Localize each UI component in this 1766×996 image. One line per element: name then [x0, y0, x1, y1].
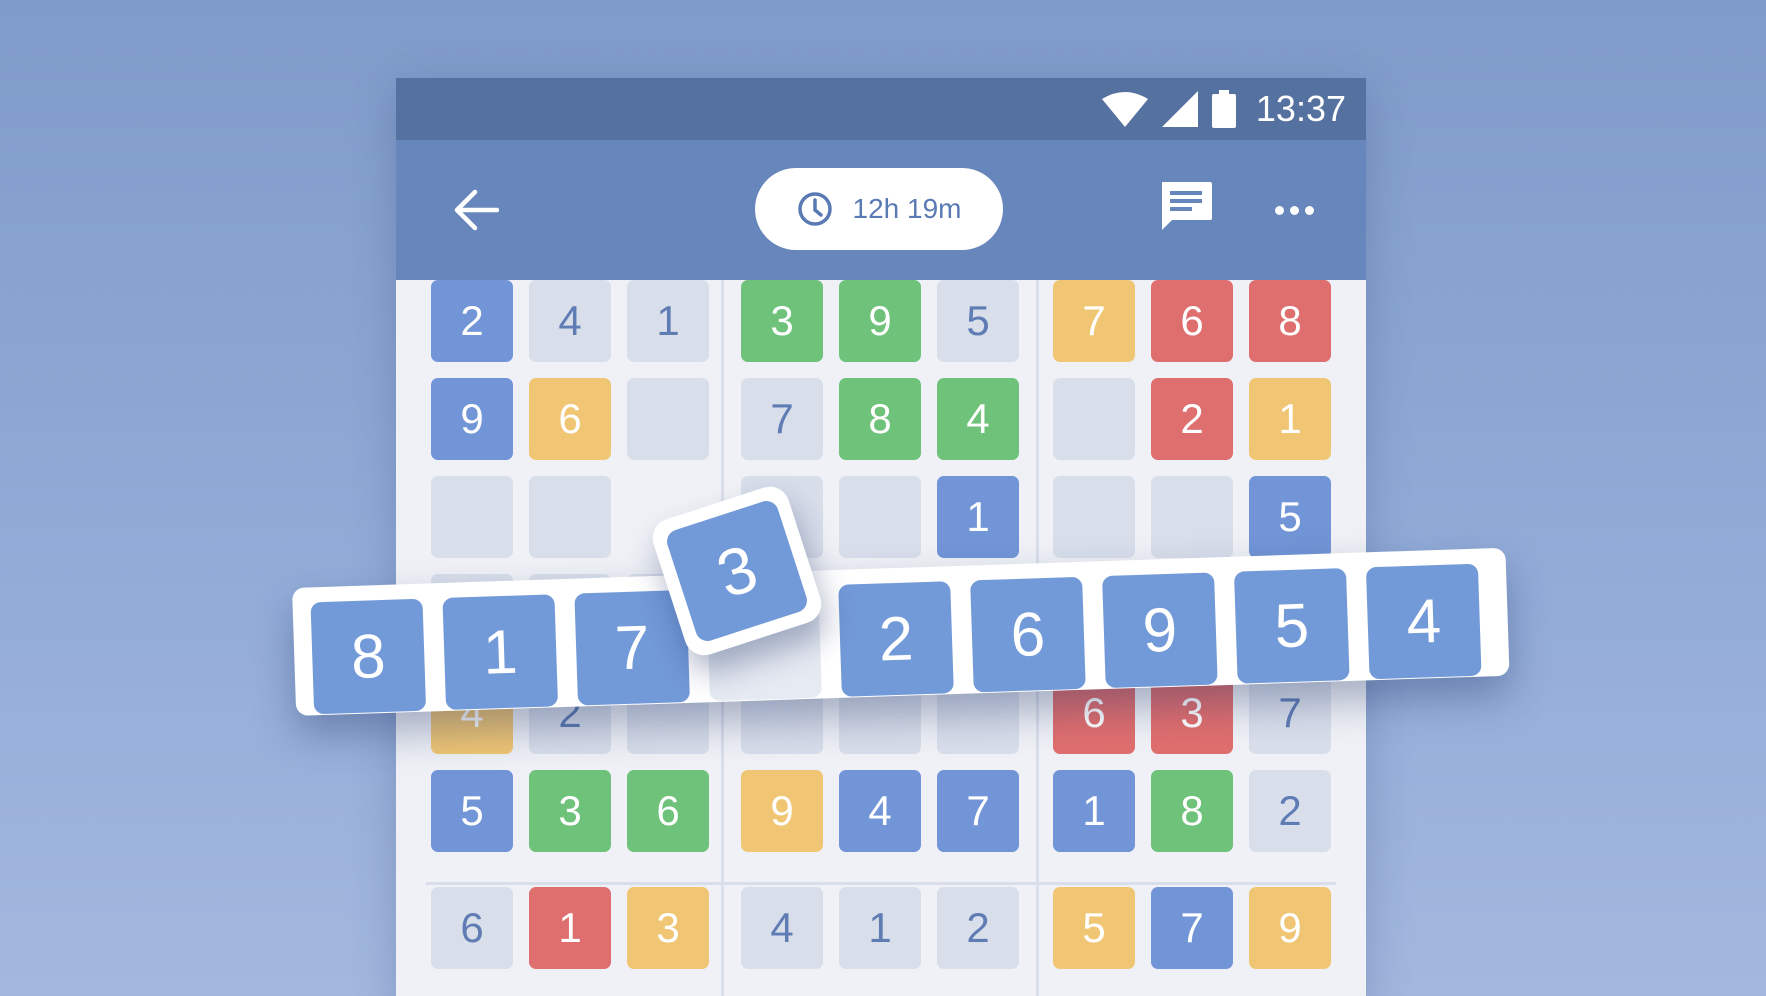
timer-label: 12h 19m: [852, 193, 962, 224]
board-cell[interactable]: 7: [741, 378, 823, 460]
board-cell[interactable]: [627, 378, 709, 460]
board-cell[interactable]: 8: [1151, 770, 1233, 852]
board-cell[interactable]: 5: [1053, 887, 1135, 969]
rack-tile[interactable]: 5: [1233, 568, 1350, 684]
back-arrow-icon: [454, 189, 499, 231]
chat-icon: [1162, 182, 1212, 230]
block-divider-horizontal: [426, 882, 1336, 885]
status-bar: 13:37: [396, 78, 1366, 140]
cell-signal-icon: [1161, 91, 1198, 127]
board-cell[interactable]: 7: [937, 770, 1019, 852]
rack-tile[interactable]: 4: [1365, 563, 1482, 680]
rack-tile[interactable]: 2: [838, 581, 954, 697]
chat-button[interactable]: [1158, 178, 1220, 240]
board-cell[interactable]: 9: [431, 378, 513, 460]
board-cell[interactable]: 6: [529, 378, 611, 460]
more-icon: [1274, 205, 1284, 215]
more-icon-dot: [1289, 205, 1299, 215]
board-cell[interactable]: 2: [431, 280, 513, 362]
board-cell[interactable]: 5: [937, 280, 1019, 362]
rack-tile[interactable]: 8: [310, 598, 427, 715]
more-button[interactable]: [1264, 180, 1324, 240]
battery-icon: [1211, 90, 1236, 128]
board-cell[interactable]: 9: [741, 770, 823, 852]
board-cell[interactable]: 4: [741, 887, 823, 969]
board-cell[interactable]: 1: [627, 280, 709, 362]
clock-icon: [797, 192, 832, 226]
board-cell[interactable]: 8: [1249, 280, 1331, 362]
board-cell[interactable]: 4: [529, 280, 611, 362]
board-cell[interactable]: 3: [529, 770, 611, 852]
board-cell[interactable]: 5: [431, 770, 513, 852]
board-cell[interactable]: 2: [1151, 378, 1233, 460]
board-cell[interactable]: 4: [937, 378, 1019, 460]
board-cell[interactable]: 5: [1249, 476, 1331, 558]
board-cell[interactable]: [1053, 378, 1135, 460]
board-cell[interactable]: [1151, 476, 1233, 558]
board-cell[interactable]: 9: [1249, 887, 1331, 969]
back-button[interactable]: [446, 180, 506, 240]
rack-tile[interactable]: 9: [1102, 572, 1218, 689]
app-bar: 12h 19m: [396, 140, 1366, 280]
more-icon-dot: [1304, 205, 1314, 215]
board-cell[interactable]: 6: [1151, 280, 1233, 362]
wifi-icon: [1101, 92, 1148, 127]
board-cell[interactable]: 4: [839, 770, 921, 852]
rack-tile[interactable]: 6: [970, 576, 1086, 693]
board-cell[interactable]: [1053, 476, 1135, 558]
board-cell[interactable]: 3: [741, 280, 823, 362]
board-cell[interactable]: 9: [839, 280, 921, 362]
board-cell[interactable]: 1: [1053, 770, 1135, 852]
board-cell[interactable]: 1: [839, 887, 921, 969]
board-cell[interactable]: 7: [1053, 280, 1135, 362]
status-time: 13:37: [1255, 88, 1346, 129]
timer-pill[interactable]: 12h 19m: [755, 168, 1003, 250]
phone-screen: 13:37 12h 19m 2413957689 6 7 8 4 2 1 1 5…: [396, 78, 1366, 996]
board-cell[interactable]: 1: [529, 887, 611, 969]
board-cell[interactable]: 7: [1151, 887, 1233, 969]
board-cell[interactable]: [839, 476, 921, 558]
board-cell[interactable]: 2: [937, 887, 1019, 969]
board-cell[interactable]: 3: [627, 887, 709, 969]
rack-tile[interactable]: 7: [574, 589, 690, 706]
board-cell[interactable]: [431, 476, 513, 558]
rack-tile[interactable]: 1: [442, 594, 559, 710]
board-cell[interactable]: 6: [431, 887, 513, 969]
board-cell[interactable]: 2: [1249, 770, 1331, 852]
board-cell[interactable]: 7: [1249, 672, 1331, 754]
board-cell[interactable]: 8: [839, 378, 921, 460]
board-cell[interactable]: [529, 476, 611, 558]
board-cell[interactable]: 6: [627, 770, 709, 852]
board-cell[interactable]: 1: [1249, 378, 1331, 460]
board-cell[interactable]: 1: [937, 476, 1019, 558]
lifted-tile-value: 3: [663, 497, 811, 645]
